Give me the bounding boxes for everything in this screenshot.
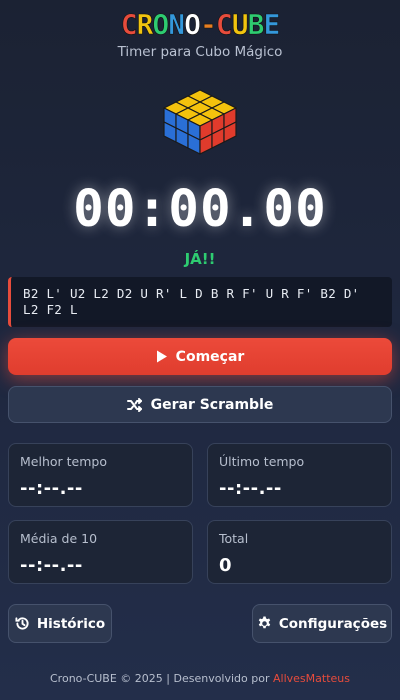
svg-text:CRONO-CUBE: CRONO-CUBE bbox=[121, 8, 280, 40]
author-link[interactable]: AllvesMatteus bbox=[273, 672, 350, 685]
history-icon bbox=[15, 616, 30, 631]
settings-button[interactable]: Configurações bbox=[252, 604, 392, 643]
stat-card-last: Último tempo --:--.-- bbox=[207, 443, 392, 507]
generate-scramble-label: Gerar Scramble bbox=[150, 396, 274, 413]
stat-card-best: Melhor tempo --:--.-- bbox=[8, 443, 193, 507]
rubiks-cube-icon bbox=[163, 89, 237, 155]
app-logo: CRONO-CUBE bbox=[120, 8, 280, 40]
stat-label: Média de 10 bbox=[20, 531, 98, 546]
footer-text: Crono-CUBE © 2025 | Desenvolvido por bbox=[50, 672, 273, 685]
timer-display: 00:00.00 bbox=[73, 180, 327, 239]
stat-value: --:--.-- bbox=[219, 478, 282, 499]
gear-icon bbox=[257, 616, 272, 631]
stat-label: Melhor tempo bbox=[20, 454, 107, 469]
stat-label: Último tempo bbox=[219, 454, 305, 469]
timer-status: JÁ!! bbox=[184, 250, 216, 268]
app-header: CRONO-CUBE Timer para Cubo Mágico bbox=[0, 8, 400, 60]
stat-value: --:--.-- bbox=[20, 478, 83, 499]
stat-card-total: Total 0 bbox=[207, 520, 392, 584]
stat-label: Total bbox=[219, 531, 249, 546]
app-subtitle: Timer para Cubo Mágico bbox=[117, 44, 283, 60]
history-button[interactable]: Histórico bbox=[8, 604, 112, 643]
scramble-box: B2 L' U2 L2 D2 U R' L D B R F' U R F' B2… bbox=[8, 277, 392, 327]
generate-scramble-button[interactable]: Gerar Scramble bbox=[8, 386, 392, 423]
stat-card-average: Média de 10 --:--.-- bbox=[8, 520, 193, 584]
settings-button-label: Configurações bbox=[278, 615, 388, 632]
cube-illustration bbox=[0, 88, 400, 158]
footer: Crono-CUBE © 2025 | Desenvolvido por All… bbox=[0, 672, 400, 685]
stat-value: 0 bbox=[219, 555, 233, 576]
stat-value: --:--.-- bbox=[20, 555, 83, 576]
history-button-label: Histórico bbox=[36, 615, 106, 632]
shuffle-icon bbox=[126, 397, 143, 412]
start-button[interactable]: Começar bbox=[8, 338, 392, 375]
start-button-label: Começar bbox=[175, 348, 245, 365]
play-icon bbox=[156, 350, 168, 363]
scramble-text: B2 L' U2 L2 D2 U R' L D B R F' U R F' B2… bbox=[23, 286, 360, 317]
